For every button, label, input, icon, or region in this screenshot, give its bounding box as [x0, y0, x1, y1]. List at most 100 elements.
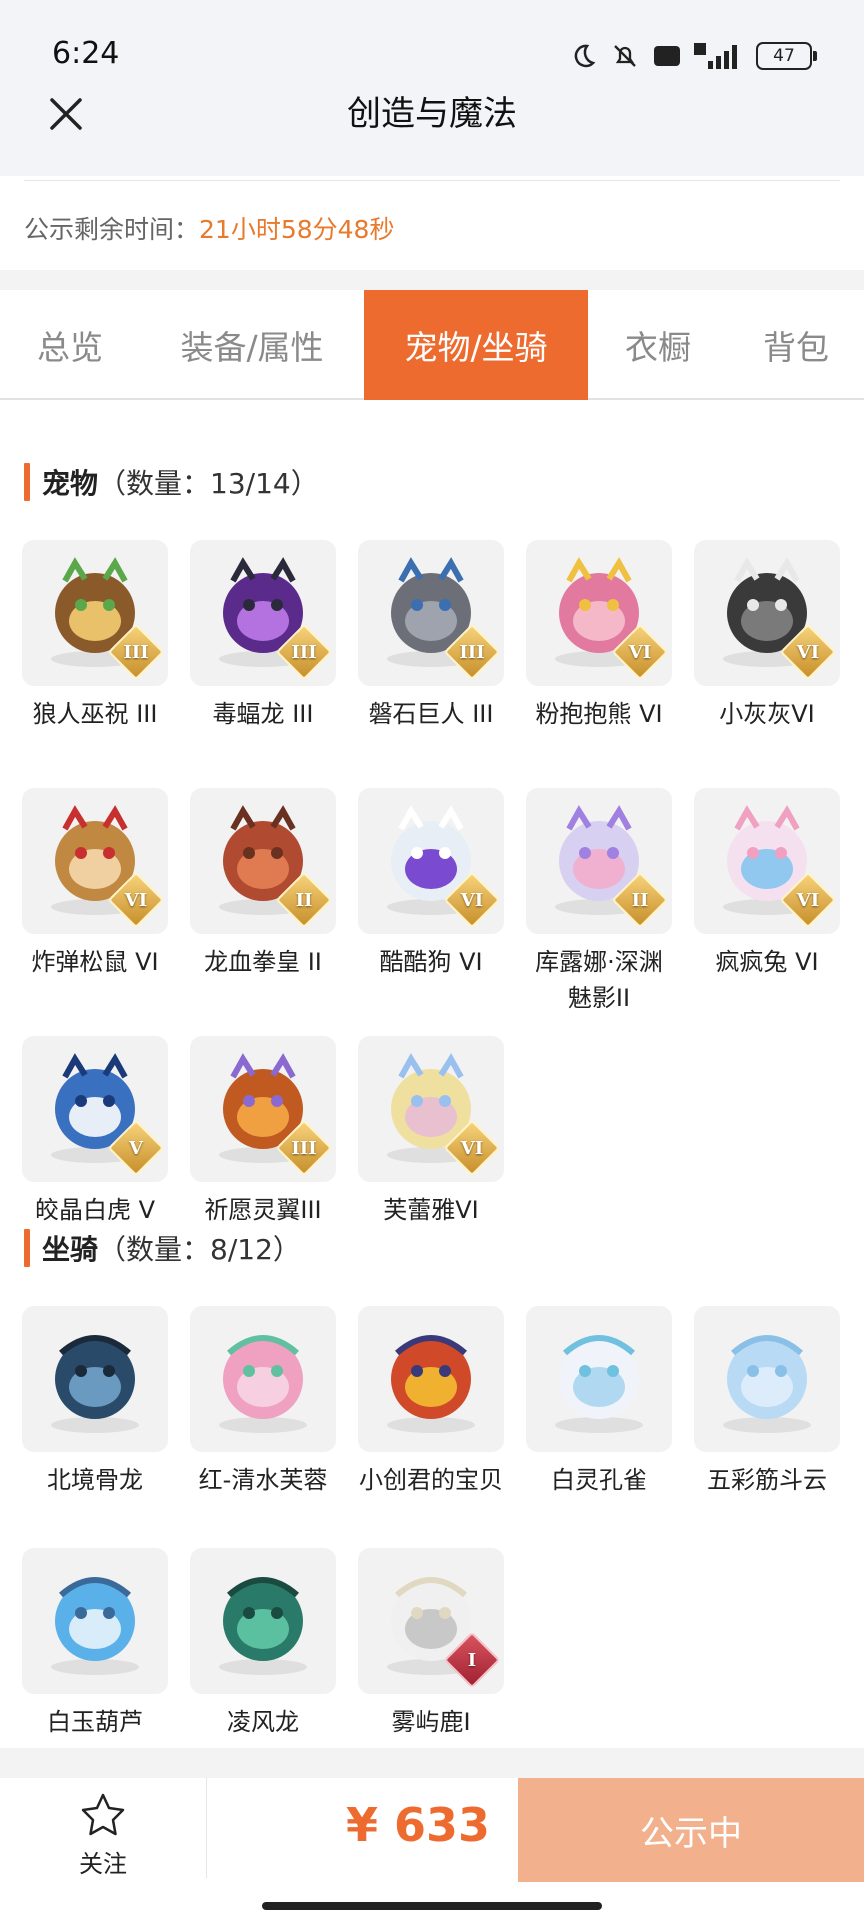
pet-item[interactable]: III 磐石巨人 III: [358, 540, 504, 732]
item-thumbnail: [22, 1306, 168, 1452]
item-thumbnail: VI: [358, 1036, 504, 1182]
item-name: 小创君的宝贝: [359, 1466, 503, 1494]
grade-badge-text: VI: [796, 889, 820, 911]
mounts-count: （数量：8/12）: [98, 1233, 301, 1266]
item-name: 凌风龙: [227, 1708, 299, 1736]
mount-item[interactable]: 白玉葫芦: [22, 1548, 168, 1740]
divider: [24, 180, 840, 181]
pet-item[interactable]: VI 酷酷狗 VI: [358, 788, 504, 980]
item-thumbnail: [526, 1306, 672, 1452]
item-name: 北境骨龙: [47, 1466, 143, 1494]
grade-badge-text: VI: [628, 641, 652, 663]
item-name: 狼人巫祝 III: [32, 700, 158, 728]
mount-item[interactable]: 五彩筋斗云: [694, 1306, 840, 1498]
home-indicator[interactable]: [262, 1902, 602, 1910]
pet-item[interactable]: VI 粉抱抱熊 VI: [526, 540, 672, 732]
item-name: 小灰灰VI: [719, 700, 815, 728]
item-name: 祈愿灵翼III: [204, 1196, 322, 1224]
grade-badge-text: III: [291, 1137, 317, 1159]
mounts-section-title: 坐骑: [42, 1233, 99, 1266]
pet-item[interactable]: VI 芙蕾雅VI: [358, 1036, 504, 1228]
battery-icon: 47: [756, 42, 817, 70]
mute-bell-icon: [610, 41, 640, 71]
tab-pets-mounts[interactable]: 宠物/坐骑: [364, 290, 588, 400]
item-thumbnail: [694, 1306, 840, 1452]
mount-item[interactable]: I 雾屿鹿I: [358, 1548, 504, 1740]
item-thumbnail: [22, 1548, 168, 1694]
item-name: 芙蕾雅VI: [383, 1196, 479, 1224]
price: ¥ 633: [346, 1798, 491, 1852]
item-thumbnail: [358, 1306, 504, 1452]
pet-item[interactable]: VI 疯疯兔 VI: [694, 788, 840, 980]
colorful-cloud-icon: [703, 1313, 831, 1445]
item-thumbnail: VI: [694, 788, 840, 934]
publicity-countdown: 公示剩余时间：21小时58分48秒: [24, 210, 394, 246]
item-thumbnail: VI: [22, 788, 168, 934]
grade-badge-text: VI: [124, 889, 148, 911]
pet-item[interactable]: III 祈愿灵翼III: [190, 1036, 336, 1228]
pet-item[interactable]: III 毒蝠龙 III: [190, 540, 336, 732]
publicity-status-button[interactable]: 公示中: [518, 1778, 864, 1882]
follow-label: 关注: [79, 1850, 127, 1878]
tab-backpack[interactable]: 背包: [728, 290, 864, 400]
grade-badge-text: VI: [460, 1137, 484, 1159]
tab-bar: 总览 装备/属性 宠物/坐骑 衣橱 背包: [0, 290, 864, 400]
countdown-value: 21小时58分48秒: [199, 215, 395, 244]
north-bone-dragon-icon: [31, 1313, 159, 1445]
pet-item[interactable]: II 库露娜·深渊魅影II: [526, 788, 672, 1016]
grade-badge-text: V: [129, 1137, 143, 1159]
grade-badge-text: II: [295, 889, 313, 911]
tab-overview[interactable]: 总览: [0, 290, 140, 400]
item-thumbnail: VI: [526, 540, 672, 686]
moon-icon: [568, 41, 598, 71]
pet-item[interactable]: V 皎晶白虎 V: [22, 1036, 168, 1228]
item-thumbnail: II: [190, 788, 336, 934]
item-name: 粉抱抱熊 VI: [535, 700, 663, 728]
pet-item[interactable]: II 龙血拳皇 II: [190, 788, 336, 980]
wind-dragon-icon: [199, 1555, 327, 1687]
mount-item[interactable]: 小创君的宝贝: [358, 1306, 504, 1498]
item-name: 白玉葫芦: [47, 1708, 143, 1736]
pet-item[interactable]: VI 炸弹松鼠 VI: [22, 788, 168, 980]
bottom-separator: [0, 1748, 864, 1778]
item-name: 红-清水芙蓉: [198, 1466, 328, 1494]
mount-item[interactable]: 凌风龙: [190, 1548, 336, 1740]
white-jade-gourd-icon: [31, 1555, 159, 1687]
pet-item[interactable]: III 狼人巫祝 III: [22, 540, 168, 732]
item-name: 雾屿鹿I: [391, 1708, 471, 1736]
item-thumbnail: I: [358, 1548, 504, 1694]
red-lotus-icon: [199, 1313, 327, 1445]
item-name: 酷酷狗 VI: [379, 948, 483, 976]
mount-item[interactable]: 红-清水芙蓉: [190, 1306, 336, 1498]
item-thumbnail: III: [22, 540, 168, 686]
item-name: 炸弹松鼠 VI: [31, 948, 159, 976]
item-name: 库露娜·深渊魅影II: [535, 948, 663, 1012]
grade-badge-text: III: [459, 641, 485, 663]
item-name: 五彩筋斗云: [707, 1466, 827, 1494]
follow-button[interactable]: 关注: [60, 1792, 146, 1879]
item-thumbnail: [190, 1548, 336, 1694]
item-thumbnail: III: [358, 540, 504, 686]
status-time: 6:24: [52, 36, 120, 71]
tab-wardrobe[interactable]: 衣橱: [588, 290, 728, 400]
mount-item[interactable]: 白灵孔雀: [526, 1306, 672, 1498]
countdown-label: 公示剩余时间：: [24, 215, 200, 244]
mounts-section-header: 坐骑 （数量：8/12）: [24, 1228, 301, 1268]
pets-section-header: 宠物 （数量：13/14）: [24, 462, 319, 502]
grade-badge-text: III: [123, 641, 149, 663]
item-name: 毒蝠龙 III: [212, 700, 314, 728]
item-thumbnail: VI: [694, 540, 840, 686]
item-name: 皎晶白虎 V: [34, 1196, 156, 1224]
star-icon: [81, 1793, 125, 1836]
grade-badge-text: I: [467, 1649, 477, 1671]
grade-badge-text: III: [291, 641, 317, 663]
tab-equipment-attributes[interactable]: 装备/属性: [140, 290, 364, 400]
item-thumbnail: V: [22, 1036, 168, 1182]
section-accent-bar: [24, 1229, 30, 1267]
section-accent-bar: [24, 463, 30, 501]
grade-badge-text: II: [631, 889, 649, 911]
pet-item[interactable]: VI 小灰灰VI: [694, 540, 840, 732]
bottom-action-bar: 关注 ¥ 633 公示中: [0, 1778, 864, 1920]
mount-item[interactable]: 北境骨龙: [22, 1306, 168, 1498]
item-thumbnail: [190, 1306, 336, 1452]
